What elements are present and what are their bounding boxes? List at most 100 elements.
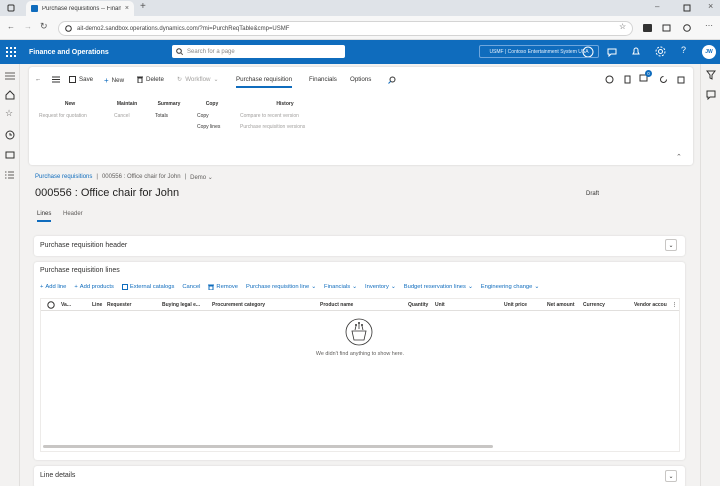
column-header-unit-price[interactable]: Unit price	[504, 302, 527, 308]
home-icon[interactable]	[5, 90, 15, 100]
office-integration-icon[interactable]	[605, 75, 614, 84]
column-header-product-name[interactable]: Product name	[320, 302, 353, 308]
modules-list-icon[interactable]	[5, 170, 15, 180]
horizontal-scrollbar[interactable]	[43, 445, 493, 448]
avatar[interactable]: JW	[702, 45, 716, 59]
app-launcher-icon[interactable]	[6, 47, 16, 57]
compare-version-button[interactable]: Compare to recent version	[240, 113, 330, 119]
add-products-button[interactable]: + Add products	[74, 284, 114, 290]
favorites-icon[interactable]: ☆	[5, 108, 13, 119]
copy-lines-button[interactable]: Copy lines	[197, 124, 227, 130]
window-menu-icon[interactable]	[7, 4, 15, 12]
column-header-requester[interactable]: Requester	[107, 302, 131, 308]
column-header-procurement-category[interactable]: Procurement category	[212, 302, 265, 308]
page-title: 000556 : Office chair for John	[35, 187, 180, 199]
browser-extension-icon[interactable]	[643, 24, 652, 32]
chevron-down-icon: ⌄	[534, 284, 540, 290]
restore-icon[interactable]	[683, 4, 691, 12]
url-field[interactable]: ait-demo2.sandbox.operations.dynamics.co…	[58, 21, 633, 36]
recent-clock-icon[interactable]	[5, 130, 15, 140]
tab-lines[interactable]: Lines	[37, 211, 52, 222]
hamburger-icon[interactable]	[5, 72, 15, 80]
new-tab-button[interactable]: +	[140, 1, 146, 12]
close-window-icon[interactable]: ×	[708, 1, 713, 11]
workspaces-icon[interactable]	[5, 150, 15, 160]
notifications-bell-icon[interactable]	[631, 47, 641, 57]
back-button[interactable]: ←	[35, 76, 41, 83]
cart-badge-button[interactable]: 0	[639, 70, 652, 82]
request-for-quotation-button[interactable]: Request for quotation	[39, 113, 101, 119]
totals-button[interactable]: Totals	[155, 113, 183, 119]
external-catalogs-button[interactable]: External catalogs	[121, 284, 174, 290]
column-header-buying-legal-entity[interactable]: Buying legal e...	[162, 302, 200, 308]
filter-icon[interactable]	[706, 70, 716, 80]
trash-icon	[208, 284, 215, 290]
workflow-button[interactable]: ↻ Workflow ⌄	[177, 76, 219, 83]
purchase-requisition-line-menu[interactable]: Purchase requisition line ⌄	[246, 284, 316, 290]
tab-purchase-requisition[interactable]: Purchase requisition	[236, 76, 293, 88]
ribbon-group-copy: Copy Copy Copy lines	[197, 101, 227, 135]
column-header-vendor-account[interactable]: Vendor accou	[634, 302, 667, 308]
search-input[interactable]: Search for a page	[172, 45, 345, 58]
column-header-unit[interactable]: Unit	[435, 302, 445, 308]
breadcrumb-purchase-requisitions[interactable]: Purchase requisitions	[35, 174, 92, 181]
tab-header[interactable]: Header	[63, 211, 83, 217]
tab-options[interactable]: Options	[350, 76, 371, 83]
section-title: Purchase requisition header	[40, 242, 128, 249]
save-button[interactable]: Save	[69, 76, 93, 83]
engineering-change-menu[interactable]: Engineering change ⌄	[481, 284, 539, 290]
column-header-currency[interactable]: Currency	[583, 302, 605, 308]
settings-gear-icon[interactable]	[655, 46, 666, 57]
chevron-down-icon: ⌄	[467, 284, 473, 290]
column-header-line[interactable]: Line	[92, 302, 102, 308]
refresh-page-icon[interactable]	[659, 75, 668, 84]
back-icon[interactable]: ←	[7, 22, 15, 31]
open-new-window-icon[interactable]	[677, 75, 686, 84]
expand-chevron-icon[interactable]: ⌄	[665, 470, 677, 482]
help-icon[interactable]: ?	[681, 45, 686, 55]
inventory-menu[interactable]: Inventory ⌄	[365, 284, 396, 290]
collapse-ribbon-icon[interactable]: ⌃	[676, 153, 682, 161]
cancel-line-button[interactable]: Cancel	[182, 284, 200, 290]
save-icon	[69, 76, 76, 83]
chat-bubble-icon[interactable]	[706, 90, 716, 100]
company-picker[interactable]: USMF | Contoso Entertainment System USA	[479, 45, 599, 58]
line-details-section[interactable]: Line details ⌄	[34, 466, 685, 486]
budget-reservation-lines-menu[interactable]: Budget reservation lines ⌄	[404, 284, 473, 290]
browser-tab-strip: Purchase requisitions -- Finan × + – ×	[0, 0, 720, 16]
tab-financials[interactable]: Financials	[309, 76, 337, 83]
minimize-icon[interactable]: –	[655, 2, 659, 11]
view-selector[interactable]: Demo ⌄	[190, 174, 213, 181]
select-all-radio[interactable]	[47, 301, 55, 309]
column-more-icon[interactable]: ⋮	[672, 302, 677, 308]
site-info-icon[interactable]	[65, 25, 72, 32]
delete-button[interactable]: Delete	[137, 76, 164, 83]
browser-menu-icon[interactable]: ⋯	[705, 21, 713, 30]
column-header-quantity[interactable]: Quantity	[408, 302, 428, 308]
profile-icon[interactable]	[683, 24, 691, 32]
action-menu-icon[interactable]	[52, 76, 60, 83]
refresh-icon[interactable]: ↻	[40, 21, 48, 32]
requisition-versions-button[interactable]: Purchase requisition versions	[240, 124, 330, 130]
cancel-requisition-button[interactable]: Cancel	[114, 113, 140, 119]
new-button[interactable]: + New	[104, 76, 124, 85]
search-placeholder: Search for a page	[187, 48, 235, 55]
browser-tab[interactable]: Purchase requisitions -- Finan ×	[26, 1, 134, 16]
column-header-validation[interactable]: Va...	[61, 302, 71, 308]
extensions-icon[interactable]	[662, 24, 671, 32]
search-actions-icon[interactable]	[388, 76, 396, 84]
expand-chevron-icon[interactable]: ⌄	[665, 239, 677, 251]
forward-icon[interactable]: →	[24, 22, 32, 31]
requisition-header-section[interactable]: Purchase requisition header ⌄	[34, 236, 685, 256]
column-header-net-amount[interactable]: Net amount	[547, 302, 575, 308]
help-chat-icon[interactable]	[607, 47, 617, 57]
add-line-button[interactable]: + Add line	[40, 284, 66, 290]
copy-button[interactable]: Copy	[197, 113, 227, 119]
section-title: Line details	[40, 472, 76, 479]
close-tab-icon[interactable]: ×	[125, 5, 129, 12]
remove-button[interactable]: Remove	[208, 284, 238, 290]
section-title: Purchase requisition lines	[40, 267, 120, 274]
favorite-star-icon[interactable]: ☆	[619, 22, 626, 31]
financials-menu[interactable]: Financials ⌄	[324, 284, 357, 290]
teams-icon[interactable]	[623, 75, 632, 84]
